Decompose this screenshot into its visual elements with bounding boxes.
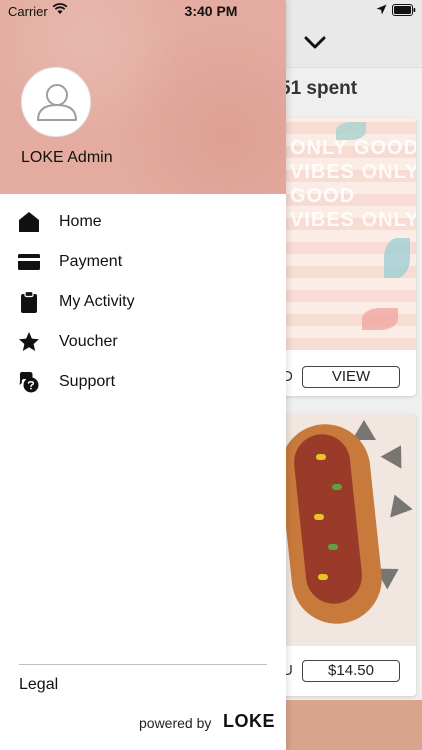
legal-link[interactable]: Legal <box>19 676 58 694</box>
offer-image: ONLY GOOD VIBES ONLY GOOD VIBES ONLY <box>266 118 416 350</box>
offer-card[interactable]: ONLY GOOD VIBES ONLY GOOD VIBES ONLY D V… <box>266 118 416 396</box>
menu-label: Support <box>59 373 116 390</box>
menu-item-payment[interactable]: Payment <box>0 242 286 282</box>
offer-image-text: ONLY GOOD VIBES ONLY GOOD VIBES ONLY <box>290 137 416 231</box>
chat-question-icon <box>19 372 39 393</box>
battery-icon <box>392 4 416 16</box>
home-icon <box>19 212 39 232</box>
menu-label: My Activity <box>59 293 135 310</box>
location-arrow-icon <box>376 4 387 15</box>
background-heading: 51 spent <box>280 78 358 99</box>
status-time: 3:40 PM <box>184 3 238 19</box>
menu-label: Voucher <box>59 333 118 350</box>
loke-logo: LOKE <box>223 711 276 731</box>
star-icon <box>19 332 39 351</box>
menu-item-voucher[interactable]: Voucher <box>0 322 286 362</box>
menu-label: Home <box>59 213 102 230</box>
menu-item-my-activity[interactable]: My Activity <box>0 282 286 322</box>
product-image <box>266 414 416 646</box>
background-bottom-strip <box>266 700 422 750</box>
avatar[interactable] <box>21 67 91 137</box>
user-placeholder-icon <box>37 84 77 121</box>
chevron-down-icon[interactable] <box>304 36 326 50</box>
powered-by-text: powered by <box>139 715 212 731</box>
clipboard-icon <box>21 291 37 313</box>
product-card[interactable]: U $14.50 <box>266 414 416 696</box>
navigation-drawer: LOKE Admin Home Payment My Activity Vouc… <box>0 0 286 750</box>
credit-card-icon <box>18 254 40 270</box>
drawer-header: LOKE Admin <box>0 0 286 194</box>
menu-label: Payment <box>59 253 123 270</box>
price-button[interactable]: $14.50 <box>302 660 400 682</box>
view-button[interactable]: VIEW <box>302 366 400 388</box>
menu-item-support[interactable]: Support <box>0 362 286 402</box>
drawer-menu: Home Payment My Activity Voucher Support <box>0 202 286 402</box>
status-bar: Carrier 3:40 PM <box>0 0 422 22</box>
user-name: LOKE Admin <box>21 149 113 166</box>
drawer-divider <box>19 664 267 665</box>
menu-item-home[interactable]: Home <box>0 202 286 242</box>
